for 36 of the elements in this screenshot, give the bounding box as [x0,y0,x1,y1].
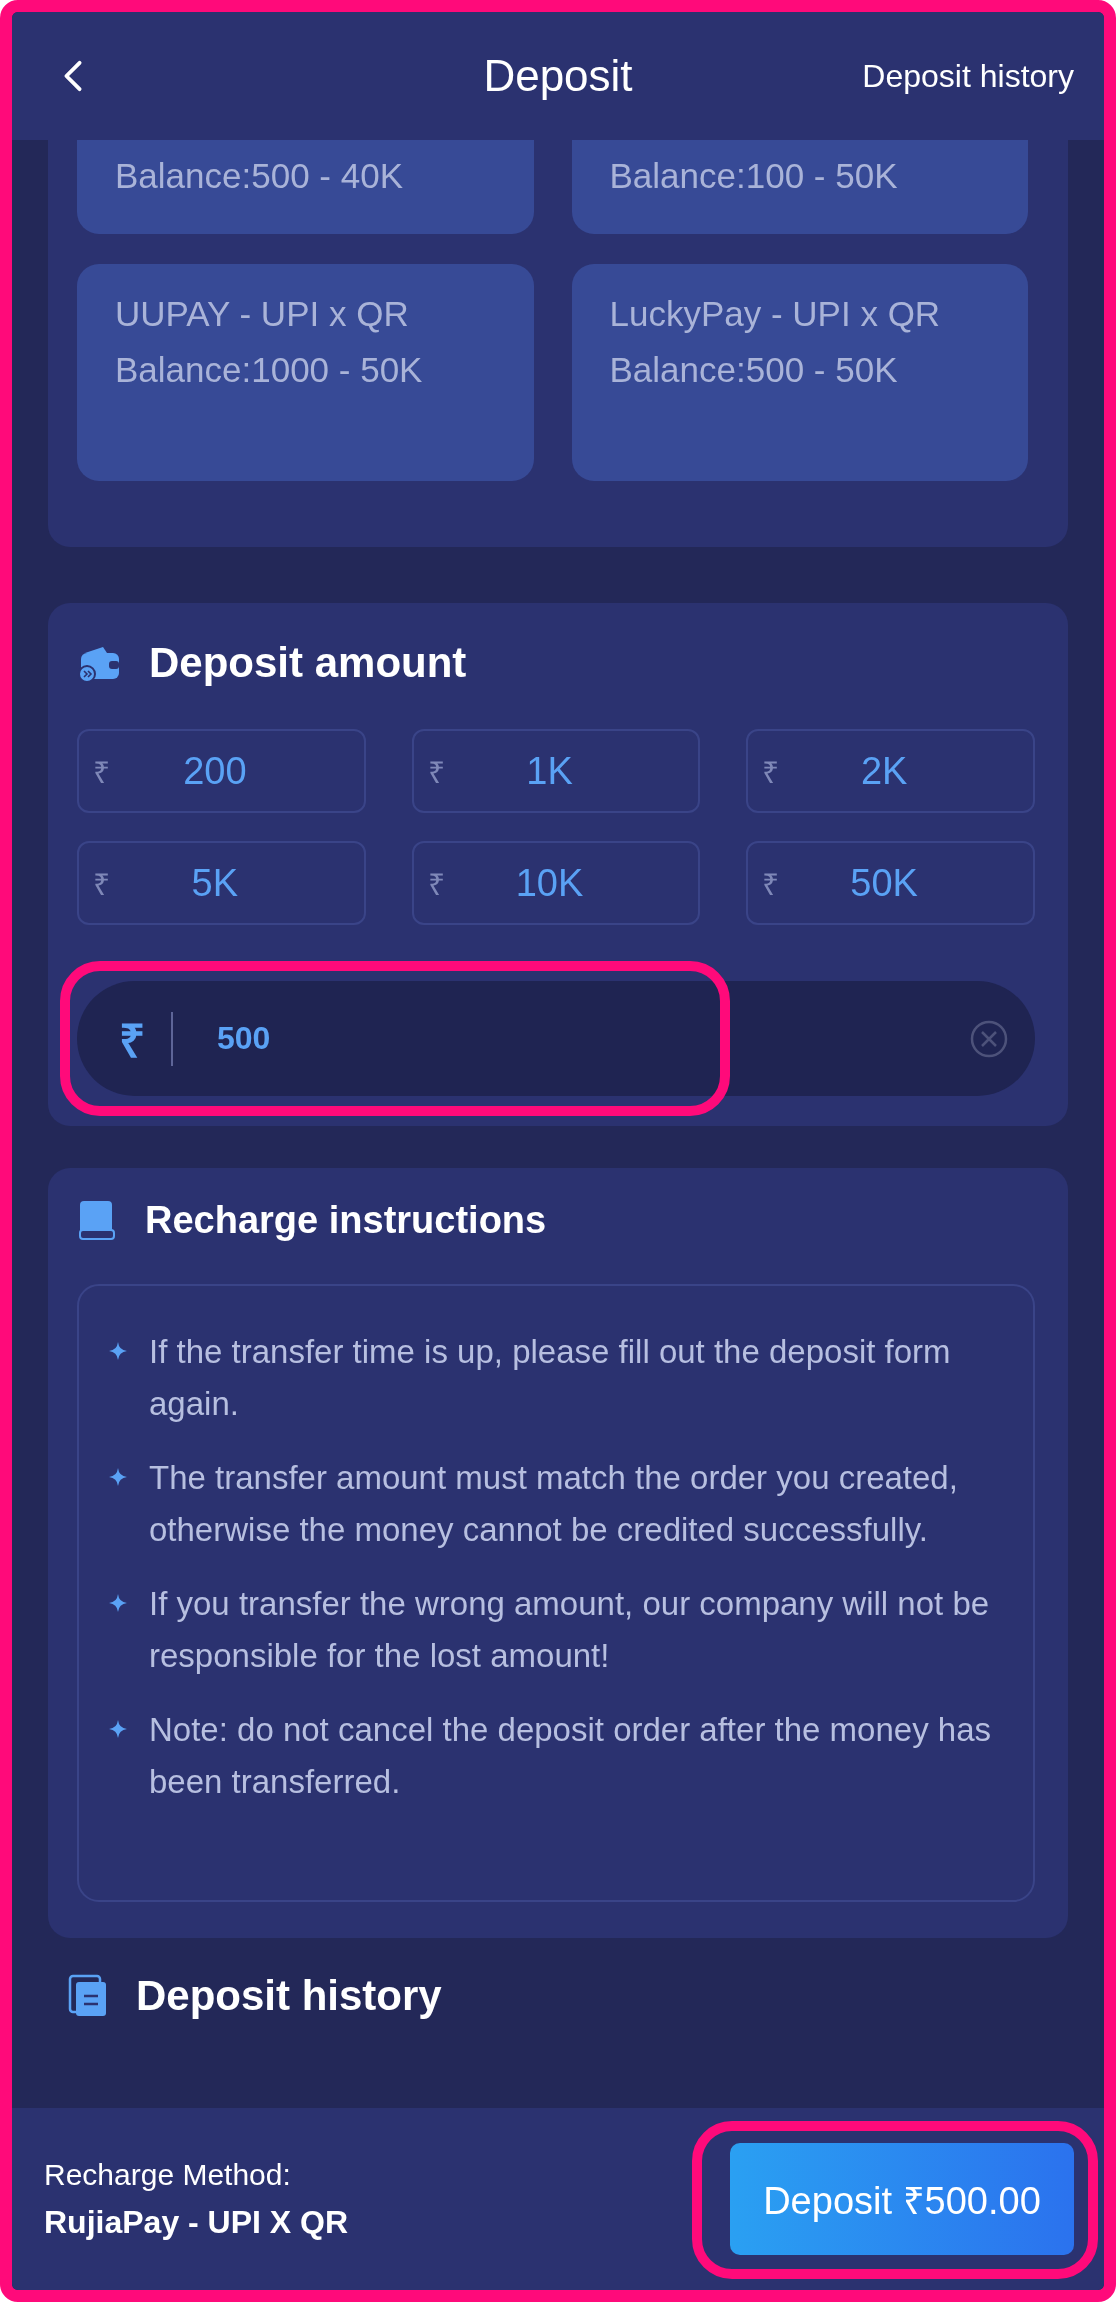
instruction-text: If the transfer time is up, please fill out the deposit form again. [149,1332,952,1424]
instruction-text: The transfer amount must match the order you created, otherwise the money cannot be credited successfully. [149,1458,959,1550]
documents-icon [68,1974,108,2018]
page-title: Deposit [483,51,633,101]
amount-field[interactable]: ₹ 500 [77,981,1035,1096]
channel-balance: Balance:1000 - 50K [115,349,424,391]
channel-balance: Balance:500 - 50K [609,349,899,391]
history-link[interactable]: Deposit history [862,57,1074,95]
channel-name: UUPAY - UPI x QR [115,293,410,335]
amount-option[interactable]: ₹ 200 [77,729,366,813]
channel-name: LuckyPay - UPI x QR [609,293,942,335]
amount-option[interactable]: ₹ 50K [746,841,1035,925]
bullet-icon [109,1468,127,1486]
channel-card[interactable]: Balance:100 - 50K [571,140,1028,234]
instruction-text: Note: do not cancel the deposit order after the money has been transferred. [149,1710,992,1802]
section-title: Deposit amount [149,639,467,687]
section-title: Deposit history [136,1972,442,2020]
channel-card[interactable]: LuckyPay - UPI x QR Balance:500 - 50K [571,264,1028,481]
bullet-icon [109,1594,127,1612]
channel-card[interactable]: Balance:500 - 40K [77,140,534,234]
method-value: RujiaPay - UPI X QR [44,2203,349,2241]
bullet-icon [109,1342,127,1360]
section-title: Recharge instructions [145,1198,547,1242]
channel-balance: Balance:100 - 50K [609,155,899,197]
deposit-button[interactable]: Deposit ₹500.00 [730,2143,1074,2255]
instruction-text: If you transfer the wrong amount, our company will not be responsible for the lost amount! [149,1584,991,1676]
book-icon [77,1198,117,1242]
channel-balance: Balance:500 - 40K [115,155,404,197]
amount-option[interactable]: ₹ 10K [411,841,701,925]
amount-option[interactable]: ₹ 5K [77,841,366,925]
channel-card[interactable]: UUPAY - UPI x QR Balance:1000 - 50K [77,264,534,481]
back-icon[interactable] [62,59,84,93]
amount-option[interactable]: ₹ 1K [411,729,701,813]
method-label: Recharge Method: [44,2157,292,2192]
amount-option[interactable]: ₹ 2K [746,729,1035,813]
bullet-icon [109,1720,127,1738]
